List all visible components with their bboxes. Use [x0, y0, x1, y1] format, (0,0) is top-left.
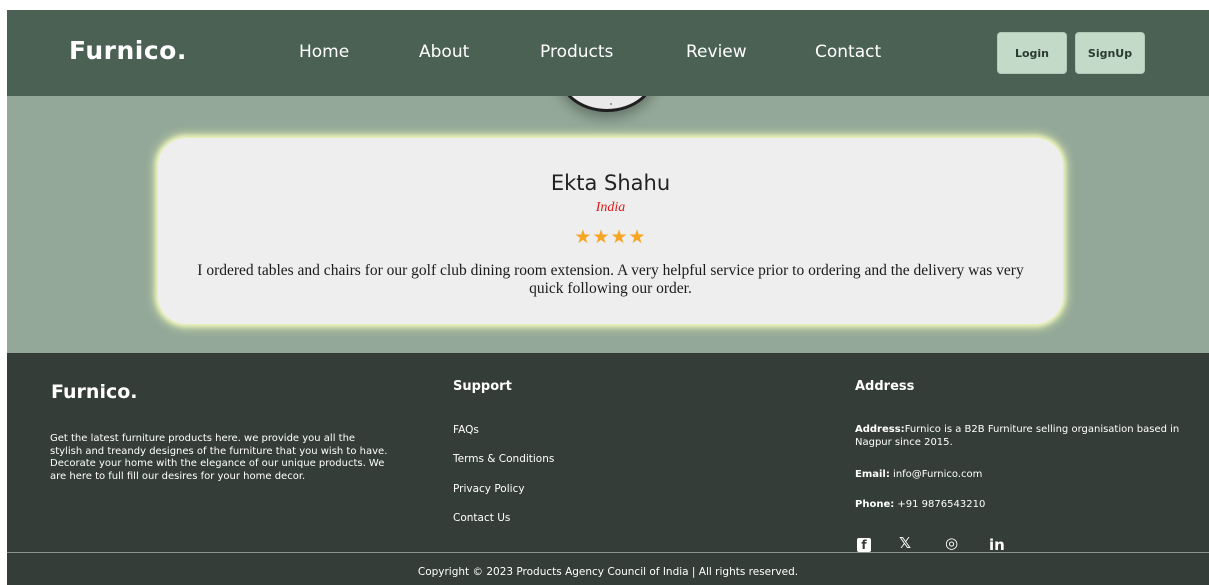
signup-button[interactable]: SignUp	[1075, 32, 1145, 74]
address-label: Address:	[855, 424, 905, 435]
instagram-icon[interactable]: ◎	[945, 534, 958, 552]
footer-email: Email: info@Furnico.com	[855, 469, 1185, 482]
nav-link-review[interactable]: Review	[686, 42, 747, 62]
review-text: I ordered tables and chairs for our golf…	[197, 262, 1024, 297]
footer-support-heading: Support	[453, 379, 512, 394]
footer-address-heading: Address	[855, 379, 915, 394]
nav-link-home[interactable]: Home	[299, 42, 349, 62]
nav-link-contact[interactable]: Contact	[815, 42, 881, 62]
nav-link-about[interactable]: About	[419, 42, 469, 62]
rating-stars-icon: ★★★★	[574, 226, 647, 248]
footer-divider	[7, 552, 1209, 553]
footer-brand: Furnico.	[51, 381, 138, 403]
footer-link-terms[interactable]: Terms & Conditions	[453, 453, 554, 465]
copyright-text: Copyright © 2023 Products Agency Council…	[417, 566, 799, 578]
review-card: Ekta Shahu India ★★★★ I ordered tables a…	[158, 138, 1063, 324]
avatar-detail	[610, 103, 612, 105]
email-value[interactable]: info@Furnico.com	[890, 469, 982, 480]
login-button[interactable]: Login	[997, 32, 1067, 74]
phone-label: Phone:	[855, 499, 895, 510]
nav-link-products[interactable]: Products	[540, 42, 613, 62]
facebook-icon[interactable]: f	[857, 538, 871, 552]
email-label: Email:	[855, 469, 890, 480]
brand-logo[interactable]: Furnico.	[69, 36, 187, 65]
footer-address: Address:Furnico is a B2B Furniture selli…	[855, 424, 1185, 449]
footer-link-privacy[interactable]: Privacy Policy	[453, 483, 525, 495]
phone-value: +91 9876543210	[894, 499, 986, 510]
footer-link-faqs[interactable]: FAQs	[453, 424, 479, 436]
page: Furnico. Home About Products Review Cont…	[7, 10, 1209, 585]
reviewer-name: Ekta Shahu	[550, 171, 671, 195]
footer-about-text: Get the latest furniture products here. …	[50, 433, 388, 482]
navbar: Furnico. Home About Products Review Cont…	[7, 10, 1209, 96]
x-twitter-icon[interactable]: 𝕏	[899, 534, 911, 552]
reviewer-country: India	[595, 200, 626, 215]
footer: Furnico. Get the latest furniture produc…	[7, 353, 1209, 585]
footer-phone: Phone: +91 9876543210	[855, 499, 1185, 512]
footer-link-contact[interactable]: Contact Us	[453, 512, 510, 524]
